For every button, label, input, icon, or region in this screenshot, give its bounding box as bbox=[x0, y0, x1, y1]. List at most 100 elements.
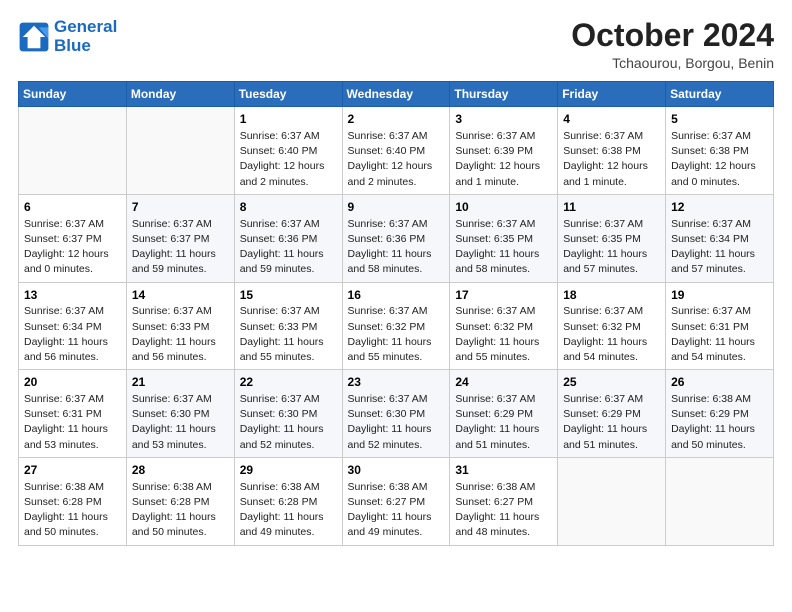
table-row: 14Sunrise: 6:37 AMSunset: 6:33 PMDayligh… bbox=[126, 282, 234, 370]
day-info: Sunrise: 6:37 AMSunset: 6:38 PMDaylight:… bbox=[671, 129, 768, 190]
page: General Blue October 2024 Tchaourou, Bor… bbox=[0, 0, 792, 612]
month-title: October 2024 bbox=[571, 18, 774, 53]
day-number: 29 bbox=[240, 462, 337, 479]
day-number: 2 bbox=[348, 111, 445, 128]
day-info: Sunrise: 6:38 AMSunset: 6:28 PMDaylight:… bbox=[132, 480, 229, 541]
table-row: 16Sunrise: 6:37 AMSunset: 6:32 PMDayligh… bbox=[342, 282, 450, 370]
day-info: Sunrise: 6:37 AMSunset: 6:31 PMDaylight:… bbox=[24, 392, 121, 453]
table-row: 30Sunrise: 6:38 AMSunset: 6:27 PMDayligh… bbox=[342, 457, 450, 545]
col-wednesday: Wednesday bbox=[342, 82, 450, 107]
day-info: Sunrise: 6:37 AMSunset: 6:40 PMDaylight:… bbox=[348, 129, 445, 190]
day-info: Sunrise: 6:37 AMSunset: 6:40 PMDaylight:… bbox=[240, 129, 337, 190]
day-number: 18 bbox=[563, 287, 660, 304]
col-thursday: Thursday bbox=[450, 82, 558, 107]
day-info: Sunrise: 6:37 AMSunset: 6:36 PMDaylight:… bbox=[348, 217, 445, 278]
calendar-header-row: Sunday Monday Tuesday Wednesday Thursday… bbox=[19, 82, 774, 107]
table-row: 13Sunrise: 6:37 AMSunset: 6:34 PMDayligh… bbox=[19, 282, 127, 370]
day-number: 9 bbox=[348, 199, 445, 216]
day-info: Sunrise: 6:37 AMSunset: 6:34 PMDaylight:… bbox=[24, 304, 121, 365]
day-number: 17 bbox=[455, 287, 552, 304]
day-number: 26 bbox=[671, 374, 768, 391]
logo-icon bbox=[18, 21, 50, 53]
table-row: 8Sunrise: 6:37 AMSunset: 6:36 PMDaylight… bbox=[234, 194, 342, 282]
day-info: Sunrise: 6:37 AMSunset: 6:39 PMDaylight:… bbox=[455, 129, 552, 190]
table-row bbox=[126, 107, 234, 195]
logo: General Blue bbox=[18, 18, 117, 55]
table-row: 31Sunrise: 6:38 AMSunset: 6:27 PMDayligh… bbox=[450, 457, 558, 545]
table-row bbox=[19, 107, 127, 195]
table-row: 1Sunrise: 6:37 AMSunset: 6:40 PMDaylight… bbox=[234, 107, 342, 195]
col-tuesday: Tuesday bbox=[234, 82, 342, 107]
day-info: Sunrise: 6:37 AMSunset: 6:38 PMDaylight:… bbox=[563, 129, 660, 190]
col-saturday: Saturday bbox=[666, 82, 774, 107]
table-row: 5Sunrise: 6:37 AMSunset: 6:38 PMDaylight… bbox=[666, 107, 774, 195]
day-number: 6 bbox=[24, 199, 121, 216]
day-number: 25 bbox=[563, 374, 660, 391]
calendar-week-row: 6Sunrise: 6:37 AMSunset: 6:37 PMDaylight… bbox=[19, 194, 774, 282]
calendar-week-row: 20Sunrise: 6:37 AMSunset: 6:31 PMDayligh… bbox=[19, 370, 774, 458]
day-number: 11 bbox=[563, 199, 660, 216]
day-number: 12 bbox=[671, 199, 768, 216]
day-number: 31 bbox=[455, 462, 552, 479]
table-row: 2Sunrise: 6:37 AMSunset: 6:40 PMDaylight… bbox=[342, 107, 450, 195]
day-number: 16 bbox=[348, 287, 445, 304]
day-info: Sunrise: 6:37 AMSunset: 6:37 PMDaylight:… bbox=[24, 217, 121, 278]
day-number: 24 bbox=[455, 374, 552, 391]
day-number: 14 bbox=[132, 287, 229, 304]
day-number: 21 bbox=[132, 374, 229, 391]
day-number: 8 bbox=[240, 199, 337, 216]
day-number: 3 bbox=[455, 111, 552, 128]
day-info: Sunrise: 6:37 AMSunset: 6:34 PMDaylight:… bbox=[671, 217, 768, 278]
table-row: 7Sunrise: 6:37 AMSunset: 6:37 PMDaylight… bbox=[126, 194, 234, 282]
day-number: 30 bbox=[348, 462, 445, 479]
day-info: Sunrise: 6:37 AMSunset: 6:30 PMDaylight:… bbox=[132, 392, 229, 453]
table-row: 21Sunrise: 6:37 AMSunset: 6:30 PMDayligh… bbox=[126, 370, 234, 458]
day-info: Sunrise: 6:38 AMSunset: 6:28 PMDaylight:… bbox=[240, 480, 337, 541]
calendar-table: Sunday Monday Tuesday Wednesday Thursday… bbox=[18, 81, 774, 545]
day-info: Sunrise: 6:38 AMSunset: 6:27 PMDaylight:… bbox=[455, 480, 552, 541]
day-info: Sunrise: 6:37 AMSunset: 6:32 PMDaylight:… bbox=[348, 304, 445, 365]
day-info: Sunrise: 6:37 AMSunset: 6:33 PMDaylight:… bbox=[132, 304, 229, 365]
day-info: Sunrise: 6:38 AMSunset: 6:27 PMDaylight:… bbox=[348, 480, 445, 541]
day-number: 27 bbox=[24, 462, 121, 479]
title-block: October 2024 Tchaourou, Borgou, Benin bbox=[571, 18, 774, 71]
table-row: 23Sunrise: 6:37 AMSunset: 6:30 PMDayligh… bbox=[342, 370, 450, 458]
calendar-week-row: 27Sunrise: 6:38 AMSunset: 6:28 PMDayligh… bbox=[19, 457, 774, 545]
day-number: 19 bbox=[671, 287, 768, 304]
day-info: Sunrise: 6:37 AMSunset: 6:33 PMDaylight:… bbox=[240, 304, 337, 365]
table-row: 27Sunrise: 6:38 AMSunset: 6:28 PMDayligh… bbox=[19, 457, 127, 545]
table-row: 28Sunrise: 6:38 AMSunset: 6:28 PMDayligh… bbox=[126, 457, 234, 545]
day-number: 5 bbox=[671, 111, 768, 128]
day-number: 22 bbox=[240, 374, 337, 391]
day-info: Sunrise: 6:37 AMSunset: 6:32 PMDaylight:… bbox=[455, 304, 552, 365]
day-number: 4 bbox=[563, 111, 660, 128]
location-title: Tchaourou, Borgou, Benin bbox=[571, 55, 774, 71]
day-info: Sunrise: 6:37 AMSunset: 6:30 PMDaylight:… bbox=[240, 392, 337, 453]
day-info: Sunrise: 6:38 AMSunset: 6:29 PMDaylight:… bbox=[671, 392, 768, 453]
logo-line1: General bbox=[54, 18, 117, 37]
col-monday: Monday bbox=[126, 82, 234, 107]
table-row: 29Sunrise: 6:38 AMSunset: 6:28 PMDayligh… bbox=[234, 457, 342, 545]
logo-line2: Blue bbox=[54, 37, 117, 56]
day-number: 13 bbox=[24, 287, 121, 304]
header: General Blue October 2024 Tchaourou, Bor… bbox=[18, 18, 774, 71]
table-row bbox=[558, 457, 666, 545]
day-info: Sunrise: 6:37 AMSunset: 6:32 PMDaylight:… bbox=[563, 304, 660, 365]
table-row: 19Sunrise: 6:37 AMSunset: 6:31 PMDayligh… bbox=[666, 282, 774, 370]
table-row: 26Sunrise: 6:38 AMSunset: 6:29 PMDayligh… bbox=[666, 370, 774, 458]
table-row: 11Sunrise: 6:37 AMSunset: 6:35 PMDayligh… bbox=[558, 194, 666, 282]
day-info: Sunrise: 6:37 AMSunset: 6:29 PMDaylight:… bbox=[563, 392, 660, 453]
day-info: Sunrise: 6:37 AMSunset: 6:37 PMDaylight:… bbox=[132, 217, 229, 278]
day-info: Sunrise: 6:38 AMSunset: 6:28 PMDaylight:… bbox=[24, 480, 121, 541]
table-row: 6Sunrise: 6:37 AMSunset: 6:37 PMDaylight… bbox=[19, 194, 127, 282]
day-number: 10 bbox=[455, 199, 552, 216]
table-row: 9Sunrise: 6:37 AMSunset: 6:36 PMDaylight… bbox=[342, 194, 450, 282]
calendar-week-row: 13Sunrise: 6:37 AMSunset: 6:34 PMDayligh… bbox=[19, 282, 774, 370]
table-row: 18Sunrise: 6:37 AMSunset: 6:32 PMDayligh… bbox=[558, 282, 666, 370]
table-row: 12Sunrise: 6:37 AMSunset: 6:34 PMDayligh… bbox=[666, 194, 774, 282]
table-row: 15Sunrise: 6:37 AMSunset: 6:33 PMDayligh… bbox=[234, 282, 342, 370]
day-info: Sunrise: 6:37 AMSunset: 6:36 PMDaylight:… bbox=[240, 217, 337, 278]
day-info: Sunrise: 6:37 AMSunset: 6:30 PMDaylight:… bbox=[348, 392, 445, 453]
day-number: 23 bbox=[348, 374, 445, 391]
col-sunday: Sunday bbox=[19, 82, 127, 107]
